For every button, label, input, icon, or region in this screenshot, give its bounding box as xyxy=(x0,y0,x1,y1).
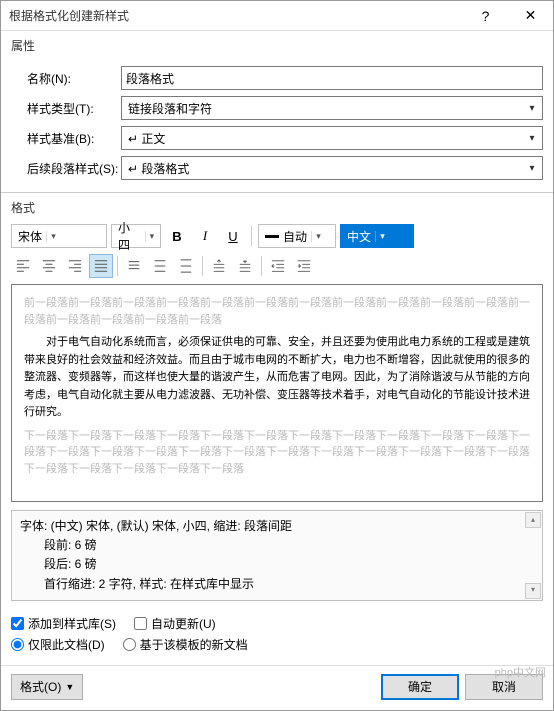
line-spacing-15-button[interactable] xyxy=(148,254,172,278)
align-center-button[interactable] xyxy=(37,254,61,278)
section-attributes: 属性 xyxy=(1,31,553,56)
type-label: 样式类型(T): xyxy=(11,100,121,117)
line-spacing-icon xyxy=(153,259,167,273)
description-box: 字体: (中文) 宋体, (默认) 宋体, 小四, 缩进: 段落间距 段前: 6… xyxy=(11,510,543,601)
spacing-icon xyxy=(238,259,252,273)
italic-button[interactable]: I xyxy=(193,224,217,248)
options-area: 添加到样式库(S) 自动更新(U) 仅限此文档(D) 基于该模板的新文档 xyxy=(1,609,553,665)
chevron-down-icon: ▾ xyxy=(375,231,389,242)
base-select[interactable]: ↵ 正文 ▾ xyxy=(121,126,543,150)
align-justify-icon xyxy=(94,259,108,273)
chevron-down-icon: ▼ xyxy=(65,682,74,692)
auto-update-checkbox[interactable]: 自动更新(U) xyxy=(134,615,216,632)
font-select[interactable]: 宋体▾ xyxy=(11,224,107,248)
size-select[interactable]: 小四▾ xyxy=(111,224,161,248)
help-button[interactable]: ? xyxy=(463,1,508,31)
color-swatch-icon xyxy=(265,235,279,238)
divider xyxy=(251,226,252,246)
format-menu-button[interactable]: 格式(O) ▼ xyxy=(11,674,83,700)
attributes-form: 名称(N): 样式类型(T): 链接段落和字符 ▾ 样式基准(B): ↵ 正文 … xyxy=(1,56,553,193)
desc-line: 段前: 6 磅 xyxy=(20,536,534,555)
format-toolbar-1: 宋体▾ 小四▾ B I U 自动▾ 中文▾ xyxy=(1,218,553,254)
titlebar: 根据格式化创建新样式 ? ✕ xyxy=(1,1,553,31)
chevron-down-icon: ▾ xyxy=(311,231,325,242)
chevron-down-icon: ▾ xyxy=(524,103,540,114)
align-center-icon xyxy=(42,259,56,273)
preview-body-text: 对于电气自动化系统而言，必须保证供电的可靠、安全，并且还要为使用此电力系统的工程… xyxy=(24,334,530,422)
next-select[interactable]: ↵ 段落格式 ▾ xyxy=(121,156,543,180)
close-button[interactable]: ✕ xyxy=(508,1,553,31)
align-left-button[interactable] xyxy=(11,254,35,278)
name-label: 名称(N): xyxy=(11,70,121,87)
indent-inc-icon xyxy=(297,259,311,273)
indent-inc-button[interactable] xyxy=(292,254,316,278)
chevron-down-icon: ▾ xyxy=(46,231,60,242)
divider xyxy=(261,256,262,276)
divider xyxy=(117,256,118,276)
next-label: 后续段落样式(S): xyxy=(11,160,121,177)
divider xyxy=(202,256,203,276)
preview-after-text: 下一段落下一段落下一段落下一段落下一段落下一段落下一段落下一段落下一段落下一段落… xyxy=(24,428,530,478)
chevron-down-icon: ▾ xyxy=(524,133,540,144)
underline-button[interactable]: U xyxy=(221,224,245,248)
indent-dec-icon xyxy=(271,259,285,273)
add-to-library-checkbox[interactable]: 添加到样式库(S) xyxy=(11,615,116,632)
bold-button[interactable]: B xyxy=(165,224,189,248)
indent-dec-button[interactable] xyxy=(266,254,290,278)
align-left-icon xyxy=(16,259,30,273)
type-select[interactable]: 链接段落和字符 ▾ xyxy=(121,96,543,120)
color-select[interactable]: 自动▾ xyxy=(258,224,336,248)
desc-scrollbar[interactable]: ▴ ▾ xyxy=(525,512,541,599)
preview-box: 前一段落前一段落前一段落前一段落前一段落前一段落前一段落前一段落前一段落前一段落… xyxy=(11,284,543,502)
watermark: php中文网 xyxy=(495,664,546,680)
line-spacing-icon xyxy=(127,259,141,273)
preview-before-text: 前一段落前一段落前一段落前一段落前一段落前一段落前一段落前一段落前一段落前一段落… xyxy=(24,295,530,328)
align-right-icon xyxy=(68,259,82,273)
language-select[interactable]: 中文▾ xyxy=(340,224,414,248)
format-toolbar-2 xyxy=(1,254,553,284)
line-spacing-icon xyxy=(179,259,193,273)
template-radio[interactable]: 基于该模板的新文档 xyxy=(123,636,248,653)
scroll-down-icon[interactable]: ▾ xyxy=(525,583,541,599)
desc-line: 字体: (中文) 宋体, (默认) 宋体, 小四, 缩进: 段落间距 xyxy=(20,517,534,536)
line-spacing-2-button[interactable] xyxy=(174,254,198,278)
desc-line: 段后: 6 磅 xyxy=(20,555,534,574)
this-doc-radio[interactable]: 仅限此文档(D) xyxy=(11,636,105,653)
base-label: 样式基准(B): xyxy=(11,130,121,147)
align-right-button[interactable] xyxy=(63,254,87,278)
spacing-icon xyxy=(212,259,226,273)
chevron-down-icon: ▾ xyxy=(145,231,158,242)
line-spacing-1-button[interactable] xyxy=(122,254,146,278)
align-justify-button[interactable] xyxy=(89,254,113,278)
footer: 格式(O) ▼ 确定 取消 xyxy=(1,665,553,710)
scroll-up-icon[interactable]: ▴ xyxy=(525,512,541,528)
desc-line: 首行缩进: 2 字符, 样式: 在样式库中显示 xyxy=(20,575,534,594)
name-input[interactable] xyxy=(121,66,543,90)
space-before-inc-button[interactable] xyxy=(207,254,231,278)
dialog-title: 根据格式化创建新样式 xyxy=(9,7,463,24)
ok-button[interactable]: 确定 xyxy=(381,674,459,700)
section-format: 格式 xyxy=(1,193,553,218)
dialog-window: 根据格式化创建新样式 ? ✕ 属性 名称(N): 样式类型(T): 链接段落和字… xyxy=(0,0,554,711)
space-before-dec-button[interactable] xyxy=(233,254,257,278)
chevron-down-icon: ▾ xyxy=(524,163,540,174)
